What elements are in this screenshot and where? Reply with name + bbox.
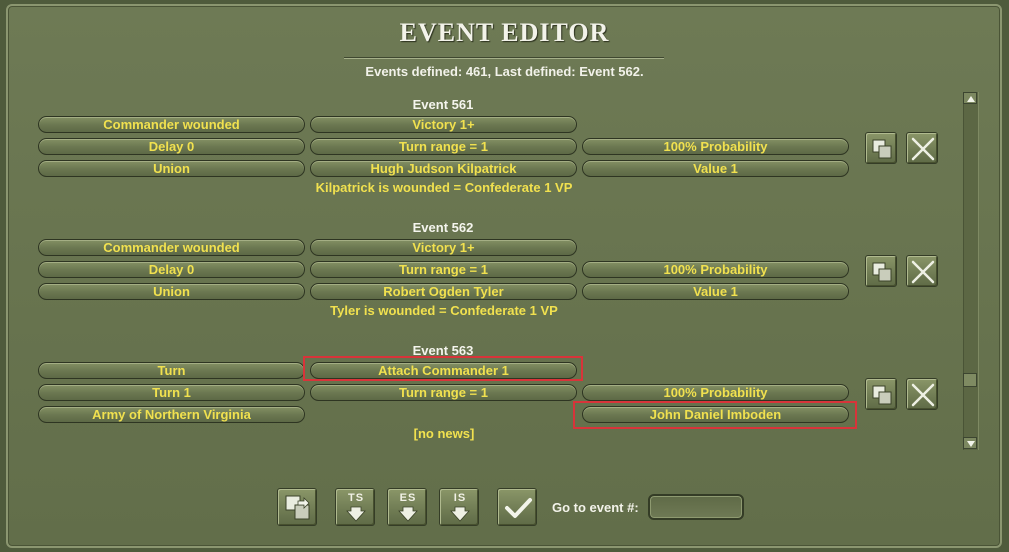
- scroll-down-button[interactable]: [963, 437, 977, 449]
- page-title: EVENT EDITOR: [399, 18, 610, 47]
- copy-event-button[interactable]: [865, 132, 897, 164]
- scrollbar-track[interactable]: [963, 92, 979, 450]
- arrow-down-icon: [450, 506, 470, 522]
- title-divider: [344, 57, 664, 59]
- side-field[interactable]: Union: [38, 283, 305, 300]
- value-field[interactable]: Value 1: [582, 160, 849, 177]
- effect-field[interactable]: Victory 1+: [310, 116, 577, 133]
- news-text[interactable]: [no news]: [234, 426, 654, 441]
- turn-range-field[interactable]: Turn range = 1: [310, 138, 577, 155]
- ts-button[interactable]: TS: [335, 488, 375, 526]
- copy-icon: [872, 385, 892, 405]
- effect-field[interactable]: Attach Commander 1: [310, 362, 577, 379]
- arrow-down-icon: [398, 506, 418, 522]
- delete-event-button[interactable]: [906, 132, 938, 164]
- copy-event-button[interactable]: [865, 378, 897, 410]
- value-field[interactable]: Value 1: [582, 283, 849, 300]
- goto-event-label: Go to event #:: [552, 500, 639, 515]
- is-button[interactable]: IS: [439, 488, 479, 526]
- close-icon: [911, 137, 935, 161]
- turn-range-field[interactable]: Turn range = 1: [310, 261, 577, 278]
- side-field[interactable]: Army of Northern Virginia: [38, 406, 305, 423]
- effect-field[interactable]: Victory 1+: [310, 239, 577, 256]
- trigger-field[interactable]: Commander wounded: [38, 239, 305, 256]
- target-field[interactable]: Hugh Judson Kilpatrick: [310, 160, 577, 177]
- events-summary: Events defined: 461, Last defined: Event…: [365, 64, 644, 79]
- value-field[interactable]: John Daniel Imboden: [582, 406, 849, 423]
- goto-event-input[interactable]: [648, 494, 744, 520]
- copy-icon: [872, 262, 892, 282]
- target-field[interactable]: Robert Ogden Tyler: [310, 283, 577, 300]
- delete-event-button[interactable]: [906, 378, 938, 410]
- close-icon: [911, 383, 935, 407]
- event-title: Event 563: [412, 343, 474, 358]
- copy-icon: [872, 139, 892, 159]
- side-field[interactable]: Union: [38, 160, 305, 177]
- new-event-button[interactable]: [277, 488, 317, 526]
- probability-field[interactable]: 100% Probability: [582, 384, 849, 401]
- confirm-button[interactable]: [497, 488, 537, 526]
- arrow-up-icon: [967, 96, 975, 102]
- delete-event-button[interactable]: [906, 255, 938, 287]
- es-button[interactable]: ES: [387, 488, 427, 526]
- trigger-field[interactable]: Commander wounded: [38, 116, 305, 133]
- delay-field[interactable]: Delay 0: [38, 261, 305, 278]
- turn-range-field[interactable]: Turn range = 1: [310, 384, 577, 401]
- arrow-down-icon: [346, 506, 366, 522]
- checkmark-icon: [505, 498, 532, 518]
- delay-field[interactable]: Turn 1: [38, 384, 305, 401]
- close-icon: [911, 260, 935, 284]
- event-title: Event 562: [412, 220, 474, 235]
- delay-field[interactable]: Delay 0: [38, 138, 305, 155]
- scrollbar-thumb[interactable]: [963, 373, 977, 387]
- probability-field[interactable]: 100% Probability: [582, 261, 849, 278]
- new-event-icon: [285, 495, 310, 520]
- arrow-down-icon: [967, 441, 975, 447]
- event-title: Event 561: [412, 97, 474, 112]
- scroll-up-button[interactable]: [963, 92, 977, 104]
- copy-event-button[interactable]: [865, 255, 897, 287]
- news-text[interactable]: Kilpatrick is wounded = Confederate 1 VP: [234, 180, 654, 195]
- trigger-field[interactable]: Turn: [38, 362, 305, 379]
- probability-field[interactable]: 100% Probability: [582, 138, 849, 155]
- news-text[interactable]: Tyler is wounded = Confederate 1 VP: [234, 303, 654, 318]
